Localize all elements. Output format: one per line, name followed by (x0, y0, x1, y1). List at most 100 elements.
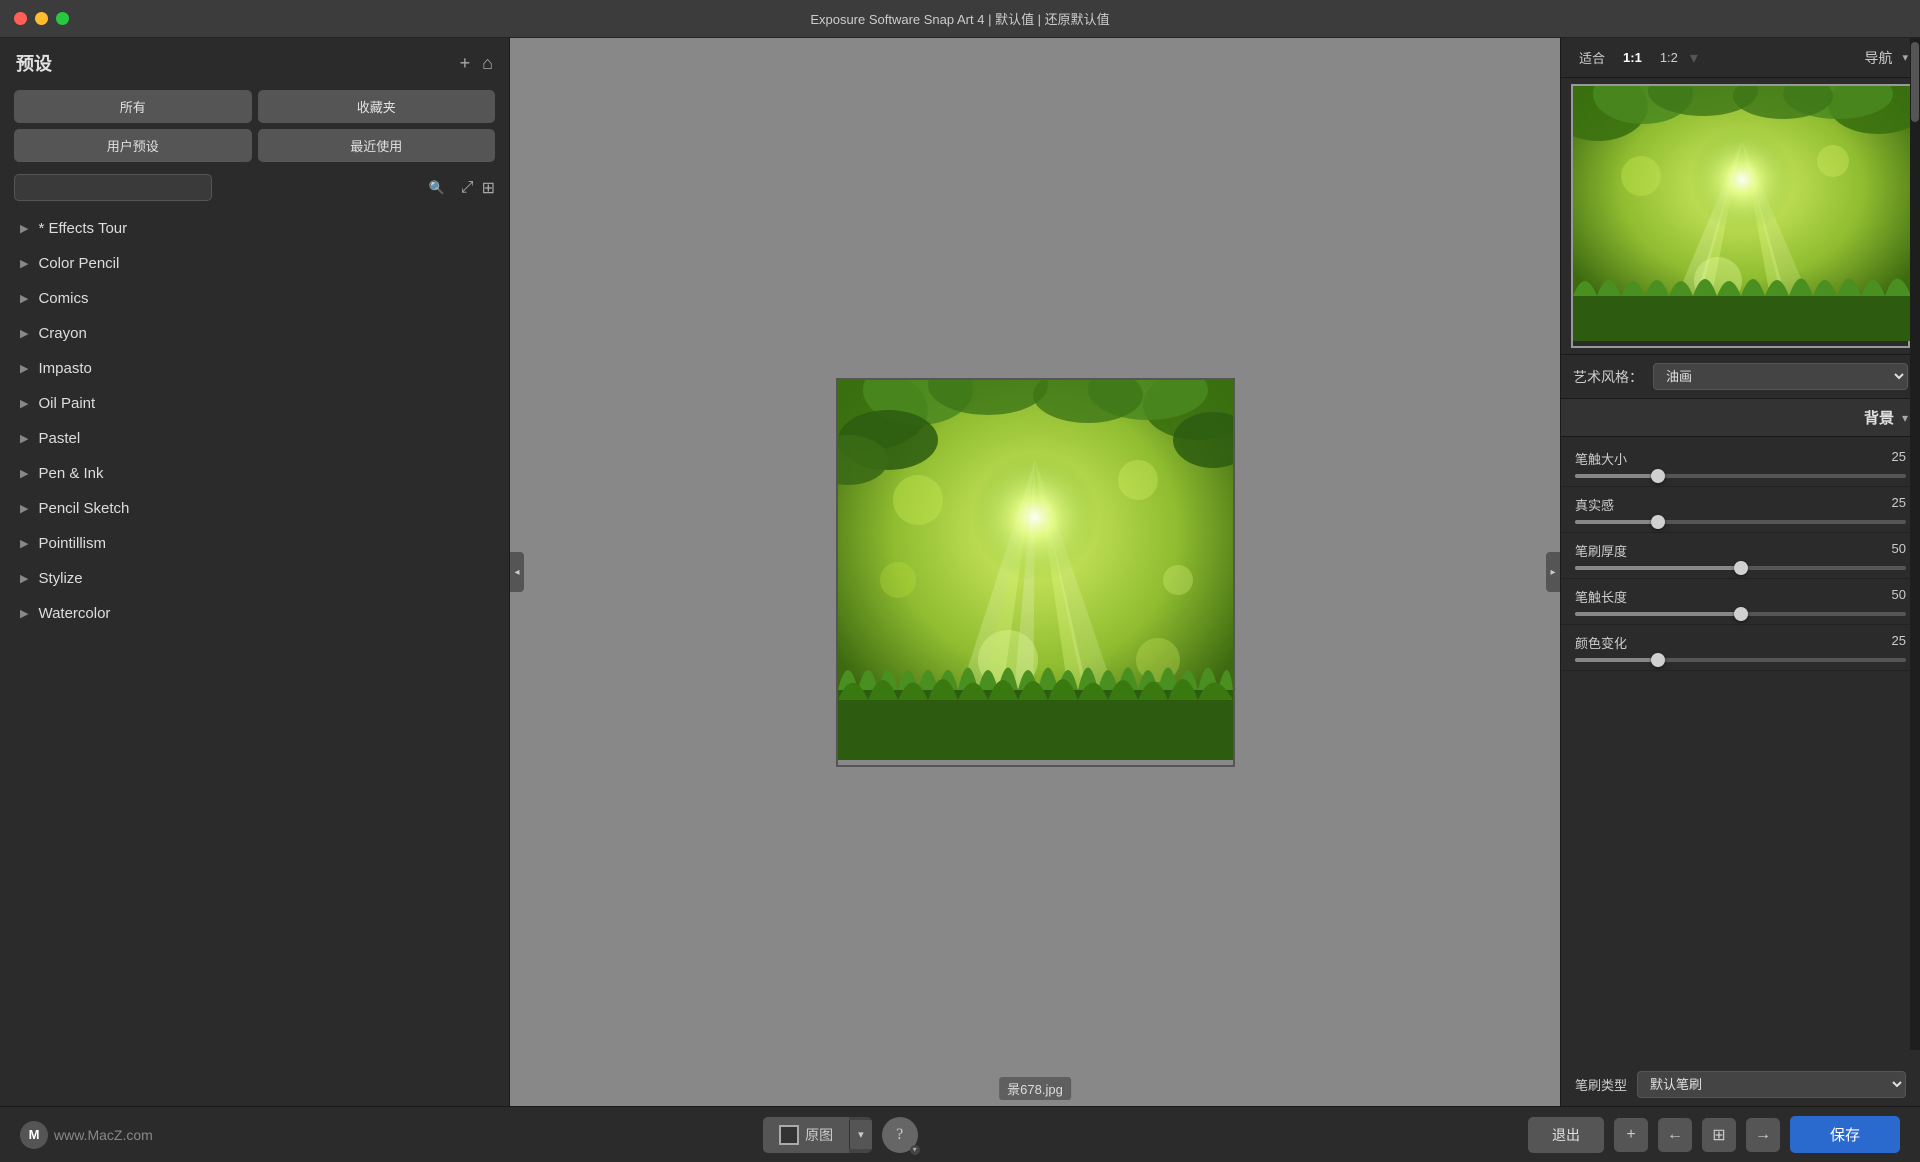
bottom-right-controls: 退出 + ← ⊞ → 保存 (1528, 1116, 1900, 1153)
preset-list-item[interactable]: ▶ Watercolor (0, 596, 509, 631)
slider-label: 笔刷厚度 (1575, 541, 1627, 560)
add-preset-button[interactable]: + (460, 53, 471, 74)
preset-list-item[interactable]: ▶* Effects Tour (0, 211, 509, 246)
filter-user-presets-button[interactable]: 用户预设 (14, 129, 252, 162)
titlebar: Exposure Software Snap Art 4 | 默认值 | 还原默… (0, 0, 1920, 38)
preset-list-item[interactable]: ▶ Stylize (0, 561, 509, 596)
brush-type-select[interactable]: 默认笔刷 硬边笔刷 软边笔刷 (1637, 1071, 1906, 1098)
preset-list-item[interactable]: ▶Color Pencil (0, 246, 509, 281)
help-dropdown-icon[interactable]: ▾ (910, 1145, 920, 1155)
slider-track-4[interactable] (1575, 658, 1906, 662)
collapse-right-button[interactable]: ▸ (1546, 552, 1560, 592)
nav-dropdown-icon[interactable]: ▾ (1902, 51, 1908, 64)
filename-label: 景678.jpg (999, 1077, 1071, 1100)
slider-label-row: 笔触长度 50 (1575, 587, 1906, 606)
section-collapse-icon[interactable]: ▾ (1902, 411, 1908, 425)
zoom-1-2-button[interactable]: 1:2 (1654, 48, 1684, 67)
window-controls (14, 12, 69, 25)
watermark-text: www.MacZ.com (54, 1127, 153, 1143)
nav-thumb-svg (1573, 86, 1911, 341)
slider-label: 笔触长度 (1575, 587, 1627, 606)
collapse-left-button[interactable]: ◂ (510, 552, 524, 592)
preset-label: * Effects Tour (38, 220, 127, 237)
preview-btn-wrap: 原图 ▾ (763, 1117, 872, 1153)
slider-track-2[interactable] (1575, 566, 1906, 570)
search-input[interactable] (14, 174, 212, 201)
preset-label: Impasto (38, 360, 91, 377)
search-icon: 🔍 (429, 180, 445, 196)
filter-recently-used-button[interactable]: 最近使用 (258, 129, 496, 162)
preset-label: Oil Paint (38, 395, 95, 412)
preview-button[interactable]: 原图 (763, 1117, 849, 1153)
preset-list-item[interactable]: ▶Impasto (0, 351, 509, 386)
watermark-icon: M (20, 1121, 48, 1149)
zoom-fit-button[interactable]: 适合 (1573, 46, 1611, 69)
filter-all-button[interactable]: 所有 (14, 90, 252, 123)
preset-arrow-icon: ▶ (20, 327, 28, 340)
preset-label: Pen & Ink (38, 465, 103, 482)
zoom-nav-bar: 适合 1:1 1:2 ▾ 导航 ▾ (1561, 38, 1920, 78)
collapse-view-button[interactable]: ⤢ (461, 178, 474, 198)
preset-label: Comics (38, 290, 88, 307)
art-style-select[interactable]: 油画 水彩 素描 (1653, 363, 1908, 390)
arrow-left-button[interactable]: ← (1658, 1118, 1692, 1152)
sidebar-header: 预设 + ⌂ (0, 38, 509, 84)
preset-list-item[interactable]: ▶ Oil Paint (0, 386, 509, 421)
zoom-dropdown-icon[interactable]: ▾ (1690, 48, 1698, 68)
slider-track-1[interactable] (1575, 520, 1906, 524)
preset-list-item[interactable]: ▶Pointillism (0, 526, 509, 561)
preset-label: Pencil Sketch (38, 500, 129, 517)
minimize-button[interactable] (35, 12, 48, 25)
scrollbar-track[interactable] (1910, 38, 1920, 1050)
preset-label: Watercolor (38, 605, 110, 622)
section-title: 背景 (1573, 407, 1894, 428)
search-bar: 🔍 ⤢ ⊞ (0, 168, 509, 207)
brush-type-row: 笔刷类型 默认笔刷 硬边笔刷 软边笔刷 (1561, 1063, 1920, 1106)
grid-action-button[interactable]: ⊞ (1702, 1118, 1736, 1152)
preview-icon (779, 1125, 799, 1145)
preset-list-item[interactable]: ▶Pastel (0, 421, 509, 456)
preset-list-item[interactable]: ▶ Comics (0, 281, 509, 316)
slider-label: 笔触大小 (1575, 449, 1627, 468)
slider-track-0[interactable] (1575, 474, 1906, 478)
preset-arrow-icon: ▶ (20, 607, 28, 620)
sliders-area: 笔触大小 25 真实感 25 笔刷厚度 50 (1561, 437, 1920, 1063)
close-button[interactable] (14, 12, 27, 25)
grid-view-button[interactable]: ⊞ (482, 178, 495, 198)
exit-button[interactable]: 退出 (1528, 1117, 1604, 1153)
watermark: M www.MacZ.com (20, 1121, 153, 1149)
preview-dropdown-button[interactable]: ▾ (849, 1120, 872, 1149)
right-panel: 适合 1:1 1:2 ▾ 导航 ▾ (1560, 38, 1920, 1106)
preset-arrow-icon: ▶ (20, 432, 28, 445)
preset-label: Color Pencil (38, 255, 119, 272)
save-button[interactable]: 保存 (1790, 1116, 1900, 1153)
preset-arrow-icon: ▶ (20, 397, 28, 410)
search-icon-wrap: 🔍 (14, 174, 455, 201)
preset-list-item[interactable]: ▶Pen & Ink (0, 456, 509, 491)
preset-list-item[interactable]: ▶Pencil Sketch (0, 491, 509, 526)
slider-label-row: 颜色变化 25 (1575, 633, 1906, 652)
slider-track-3[interactable] (1575, 612, 1906, 616)
filter-buttons: 所有 收藏夹 用户预设 最近使用 (0, 84, 509, 168)
preset-list-item[interactable]: ▶Crayon (0, 316, 509, 351)
home-button[interactable]: ⌂ (482, 53, 493, 74)
maximize-button[interactable] (56, 12, 69, 25)
preset-label: Stylize (38, 570, 82, 587)
main-layout: 预设 + ⌂ 所有 收藏夹 用户预设 最近使用 🔍 ⤢ ⊞ ▶* Effects (0, 38, 1920, 1106)
zoom-options: 适合 1:1 1:2 ▾ (1573, 46, 1698, 69)
zoom-1-1-button[interactable]: 1:1 (1617, 48, 1648, 67)
help-btn-wrap: ? ▾ (882, 1117, 918, 1153)
slider-label: 颜色变化 (1575, 633, 1627, 652)
slider-value: 25 (1892, 495, 1906, 514)
preset-arrow-icon: ▶ (20, 537, 28, 550)
filter-favorites-button[interactable]: 收藏夹 (258, 90, 496, 123)
preset-arrow-icon: ▶ (20, 292, 28, 305)
canvas-svg (838, 380, 1233, 760)
add-action-button[interactable]: + (1614, 1118, 1648, 1152)
scrollbar-thumb[interactable] (1911, 42, 1919, 122)
arrow-right-button[interactable]: → (1746, 1118, 1780, 1152)
preset-arrow-icon: ▶ (20, 572, 28, 585)
sidebar-title: 预设 (16, 50, 52, 76)
slider-row: 笔触长度 50 (1561, 579, 1920, 625)
slider-row: 真实感 25 (1561, 487, 1920, 533)
